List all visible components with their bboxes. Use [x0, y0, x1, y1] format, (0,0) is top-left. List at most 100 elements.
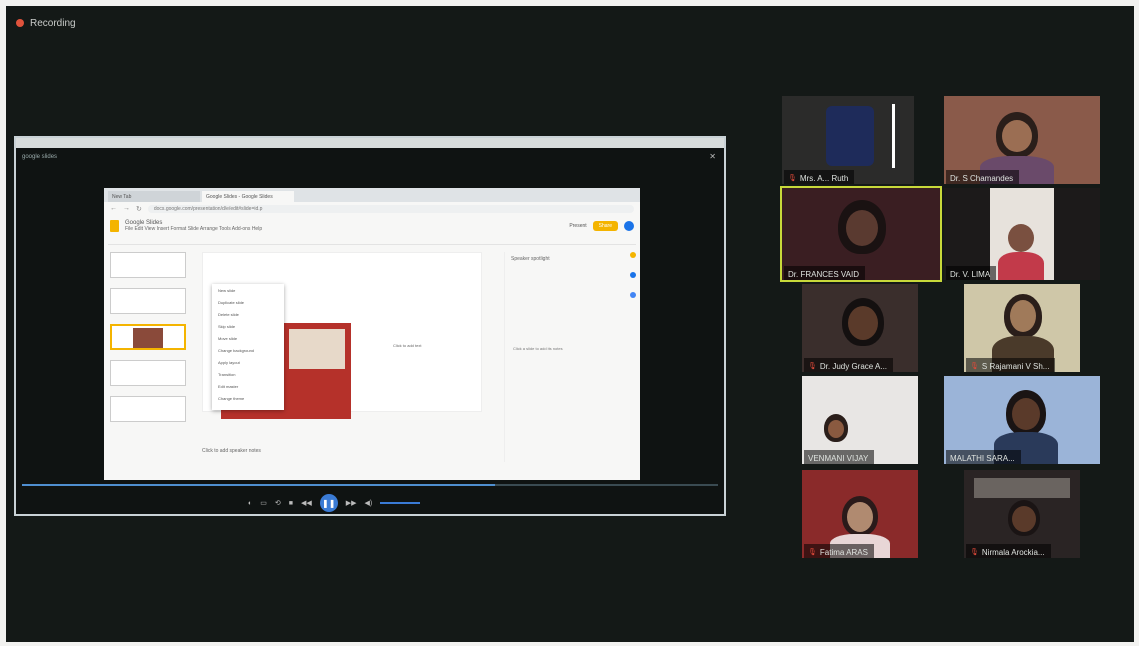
side-panel-title: Speaker spotlight [511, 256, 550, 262]
divider [892, 104, 895, 168]
menu-item[interactable]: Change theme [218, 396, 278, 408]
menu-item[interactable]: Change background [218, 348, 278, 360]
slide-filmstrip [110, 252, 186, 462]
fast-forward-icon[interactable]: ▶▶ [346, 499, 357, 507]
background-window [974, 478, 1070, 498]
participant-tile[interactable]: 🎙 Mrs. A... Ruth [782, 96, 914, 184]
slides-logo-icon [110, 220, 119, 232]
reload-icon[interactable]: ↻ [136, 205, 142, 213]
tasks-icon[interactable] [630, 272, 636, 278]
menu-item[interactable]: Transition [218, 372, 278, 384]
muted-mic-icon: 🎙 [808, 363, 817, 370]
participant-name: 🎙 Nirmala Arockia... [966, 544, 1051, 558]
participant-name: 🎙 Mrs. A... Ruth [784, 170, 855, 184]
menu-item[interactable]: Duplicate slide [218, 300, 278, 312]
video-player-controls: ◐ ▭ ⟲ ■ ◀◀ ❚❚ ▶▶ ◀) [16, 480, 724, 514]
muted-mic-icon: 🎙 [970, 363, 979, 370]
participant-name: MALATHI SARA... [946, 450, 1021, 464]
progress-bar[interactable] [22, 484, 718, 486]
participant-face [1012, 398, 1040, 430]
close-icon[interactable]: ✕ [709, 152, 716, 161]
browser-window: New Tab Google Slides - Google Slides ← … [104, 188, 640, 480]
participant-tile[interactable]: 🎙 Dr. Judy Grace A... [802, 284, 918, 372]
share-button[interactable]: Share [592, 221, 618, 231]
right-rail [630, 252, 636, 298]
participant-name: Dr. FRANCES VAID [784, 266, 865, 280]
slide-thumbnail[interactable] [110, 396, 186, 422]
muted-mic-icon: 🎙 [808, 549, 817, 556]
participant-tile[interactable]: 🎙 Nirmala Arockia... [964, 470, 1080, 558]
loop-icon[interactable]: ⟲ [275, 499, 281, 507]
volume-slider[interactable] [380, 502, 421, 504]
speed-icon[interactable]: ◐ [248, 500, 252, 507]
account-avatar[interactable] [624, 221, 634, 231]
participant-name: 🎙 Fatima ARAS [804, 544, 874, 558]
browser-tab-active[interactable]: Google Slides - Google Slides [202, 191, 294, 202]
menu-item[interactable]: Move slide [218, 336, 278, 348]
participant-profile-image [826, 106, 874, 166]
present-button[interactable]: Present [569, 223, 586, 229]
meeting-window: Recording google slides ✕ New Tab Google… [6, 6, 1134, 642]
participant-name: Dr. S Chamandes [946, 170, 1020, 184]
participant-tile-active-speaker[interactable]: Dr. FRANCES VAID [780, 186, 942, 282]
menu-item[interactable]: Apply layout [218, 360, 278, 372]
keep-icon[interactable] [630, 252, 636, 258]
subtitles-icon[interactable]: ▭ [260, 499, 267, 507]
participant-body [998, 252, 1044, 280]
muted-mic-icon: 🎙 [788, 175, 797, 182]
contacts-icon[interactable] [630, 292, 636, 298]
stop-icon[interactable]: ■ [289, 500, 293, 507]
participant-face [846, 210, 878, 246]
participant-tile[interactable]: Dr. S Chamandes [944, 96, 1100, 184]
participant-face [1012, 506, 1036, 532]
participant-face [847, 502, 873, 532]
slide-thumbnail[interactable] [110, 288, 186, 314]
menu-item[interactable]: Delete slide [218, 312, 278, 324]
side-panel-text: Click a slide to add its notes [513, 346, 563, 351]
shared-screen-frame-top [16, 138, 724, 148]
slide-thumbnail[interactable] [110, 360, 186, 386]
participant-tile[interactable]: VENMANI VIJAY [802, 376, 918, 464]
forward-icon[interactable]: → [123, 205, 130, 212]
participant-tile[interactable]: 🎙 S Rajamani V Sh... [964, 284, 1080, 372]
thumbnail-image [133, 328, 163, 348]
participant-tile[interactable]: MALATHI SARA... [944, 376, 1100, 464]
participant-name: 🎙 Dr. Judy Grace A... [804, 358, 894, 372]
participant-face [1008, 224, 1034, 252]
participant-face [848, 306, 878, 340]
progress-fill [22, 484, 496, 486]
menu-item[interactable]: Skip slide [218, 324, 278, 336]
context-menu: New slide Duplicate slide Delete slide S… [212, 284, 284, 410]
canvas-placeholder[interactable]: Click to add text [393, 343, 421, 348]
slide-thumbnail[interactable] [110, 252, 186, 278]
shared-window-title: google slides [22, 154, 58, 160]
slides-header: Google Slides File Edit View Insert Form… [104, 215, 640, 237]
recording-indicator: Recording [16, 16, 76, 30]
rewind-icon[interactable]: ◀◀ [301, 499, 312, 507]
muted-mic-icon: 🎙 [970, 549, 979, 556]
browser-tab[interactable]: New Tab [108, 191, 200, 202]
participant-face [1002, 120, 1032, 152]
record-dot-icon [16, 19, 24, 27]
menu-item[interactable]: New slide [218, 288, 278, 300]
shared-screen[interactable]: google slides ✕ New Tab Google Slides - … [14, 136, 726, 516]
participant-tile[interactable]: Dr. V. LIMA [944, 188, 1100, 280]
participant-face [1010, 300, 1036, 332]
formatting-toolbar[interactable] [108, 237, 636, 245]
slide-thumbnail-selected[interactable] [110, 324, 186, 350]
side-panel: Speaker spotlight Click a slide to add i… [504, 252, 614, 462]
menu-bar[interactable]: File Edit View Insert Format Slide Arran… [125, 226, 262, 232]
playback-controls: ◐ ▭ ⟲ ■ ◀◀ ❚❚ ▶▶ ◀) [248, 494, 421, 512]
url-field[interactable]: docs.google.com/presentation/d/e/edit#sl… [147, 204, 634, 213]
menu-item[interactable]: Edit master [218, 384, 278, 396]
address-bar: ← → ↻ docs.google.com/presentation/d/e/e… [104, 202, 640, 215]
participant-name: VENMANI VIJAY [804, 450, 875, 464]
back-icon[interactable]: ← [110, 205, 117, 212]
participant-tile[interactable]: 🎙 Fatima ARAS [802, 470, 918, 558]
speaker-notes[interactable]: Click to add speaker notes [202, 448, 261, 454]
participant-face [828, 420, 844, 438]
participant-name: 🎙 S Rajamani V Sh... [966, 358, 1056, 372]
volume-icon[interactable]: ◀) [365, 499, 373, 507]
pause-icon[interactable]: ❚❚ [319, 494, 338, 512]
recording-label: Recording [30, 17, 76, 29]
